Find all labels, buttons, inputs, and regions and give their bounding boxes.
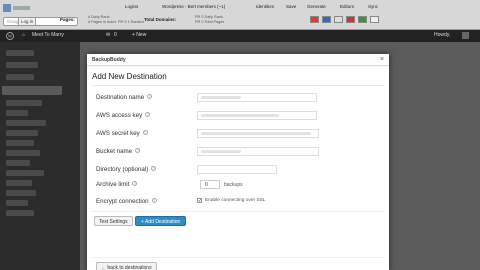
- modal-title: BackupBuddy: [92, 57, 126, 63]
- avatar[interactable]: [462, 32, 469, 39]
- directory-field[interactable]: [197, 165, 277, 174]
- toolbar-logo: [3, 3, 31, 13]
- modal-header: BackupBuddy ×: [87, 54, 389, 66]
- close-icon[interactable]: ×: [378, 56, 386, 64]
- destination-name-field[interactable]: [197, 93, 317, 102]
- archive-limit-unit: backups: [224, 182, 243, 188]
- flag-icon[interactable]: [358, 16, 367, 23]
- back-to-destinations-button[interactable]: ← back to destinations: [96, 262, 157, 270]
- test-settings-button[interactable]: Test Settings: [94, 216, 133, 226]
- toolbar-menu-identities[interactable]: Identities: [256, 4, 274, 9]
- directory-label: Directory (optional)?: [96, 166, 157, 173]
- help-icon[interactable]: ?: [151, 198, 157, 203]
- encrypt-connection-label: Encrypt connection?: [96, 198, 157, 205]
- toolbar-menu-save[interactable]: Save: [286, 4, 296, 9]
- domains-label: Total Domains:: [144, 17, 177, 22]
- sidebar-item[interactable]: [6, 150, 40, 156]
- divider: [92, 257, 384, 258]
- pages-detail-2: # Pages in Index: [88, 20, 117, 24]
- aws-secret-key-field[interactable]: [197, 129, 319, 138]
- archive-limit-input[interactable]: 0: [200, 180, 220, 189]
- archive-limit-label: Archive limit?: [96, 181, 138, 188]
- encrypt-checkbox-label: Enable connecting over SSL: [205, 198, 266, 203]
- domains-detail-2: PR 0 Total Pages: [195, 20, 225, 24]
- sidebar-item[interactable]: [6, 50, 34, 56]
- wordpress-logo-icon[interactable]: W: [6, 32, 14, 42]
- domains-detail-1: PR 0 Daily Rank: [195, 15, 223, 19]
- flag-icon[interactable]: [346, 16, 355, 23]
- page-title: Add New Destination: [92, 72, 167, 81]
- pages-detail-3: PR 0 1 Ranked: [118, 20, 144, 24]
- sidebar-item-active[interactable]: [2, 86, 62, 95]
- sidebar-item[interactable]: [6, 120, 46, 126]
- flag-icon[interactable]: [370, 16, 379, 23]
- help-icon[interactable]: ?: [132, 181, 138, 186]
- divider: [92, 211, 384, 212]
- new-content-link[interactable]: + New: [132, 32, 146, 38]
- sidebar-item[interactable]: [6, 160, 30, 166]
- toolbar-menu-editors[interactable]: Editors: [340, 4, 354, 9]
- help-icon[interactable]: ?: [135, 148, 141, 153]
- wp-admin-bar: W ⌂ Meet To Marry ✉ 0 + New Howdy,: [0, 30, 480, 42]
- sidebar-item[interactable]: [6, 110, 28, 116]
- sidebar-item[interactable]: [6, 210, 34, 216]
- sidebar-item[interactable]: [6, 170, 44, 176]
- encrypt-checkbox[interactable]: ✓: [197, 198, 202, 204]
- sidebar-item[interactable]: [6, 140, 34, 146]
- flag-icon[interactable]: [310, 16, 319, 23]
- pages-detail-1: # Daily Rank: [88, 15, 110, 19]
- toolbar-menu-logins[interactable]: Logins: [125, 4, 138, 9]
- modal-body: Add New Destination Destination name? AW…: [87, 67, 389, 270]
- toolbar-menu-sync[interactable]: Sync: [368, 4, 378, 9]
- sidebar-item[interactable]: [6, 200, 28, 206]
- sidebar-item[interactable]: [6, 130, 38, 136]
- seo-toolbar: Google Log in Pages: # Daily Rank # Page…: [0, 0, 480, 30]
- howdy-account[interactable]: Howdy,: [434, 32, 450, 38]
- svg-text:W: W: [8, 34, 13, 39]
- sidebar-item[interactable]: [6, 190, 36, 196]
- divider: [92, 85, 384, 86]
- aws-access-key-field[interactable]: [197, 111, 317, 120]
- bucket-name-label: Bucket name?: [96, 148, 141, 155]
- toolbar-menu-generate[interactable]: Generate: [307, 4, 326, 9]
- help-icon[interactable]: ?: [151, 166, 157, 171]
- add-destination-modal: BackupBuddy × Add New Destination Destin…: [87, 54, 389, 270]
- home-icon[interactable]: ⌂: [22, 32, 25, 38]
- flag-icon[interactable]: [334, 16, 343, 23]
- comments-icon[interactable]: ✉: [106, 32, 110, 38]
- aws-access-key-label: AWS access key?: [96, 112, 151, 119]
- sidebar-item[interactable]: [6, 74, 34, 80]
- flag-icon[interactable]: [322, 16, 331, 23]
- toolbar-menu-wordpress[interactable]: Wordpress - Bert members (~1): [162, 4, 225, 9]
- destination-name-label: Destination name?: [96, 94, 153, 101]
- sidebar-item[interactable]: [6, 180, 32, 186]
- help-icon[interactable]: ?: [147, 94, 153, 99]
- add-destination-button[interactable]: + Add Destination: [135, 216, 187, 226]
- site-name-link[interactable]: Meet To Marry: [32, 32, 64, 38]
- bucket-name-field[interactable]: [197, 147, 319, 156]
- toolbar-login-button[interactable]: Log in: [18, 17, 37, 26]
- aws-secret-key-label: AWS secret key?: [96, 130, 148, 137]
- admin-sidebar: [0, 42, 80, 270]
- pages-label: Pages:: [60, 17, 75, 22]
- help-icon[interactable]: ?: [145, 112, 151, 117]
- help-icon[interactable]: ?: [142, 130, 148, 135]
- sidebar-item[interactable]: [6, 100, 42, 106]
- sidebar-item[interactable]: [6, 62, 38, 68]
- comments-count[interactable]: 0: [114, 32, 117, 38]
